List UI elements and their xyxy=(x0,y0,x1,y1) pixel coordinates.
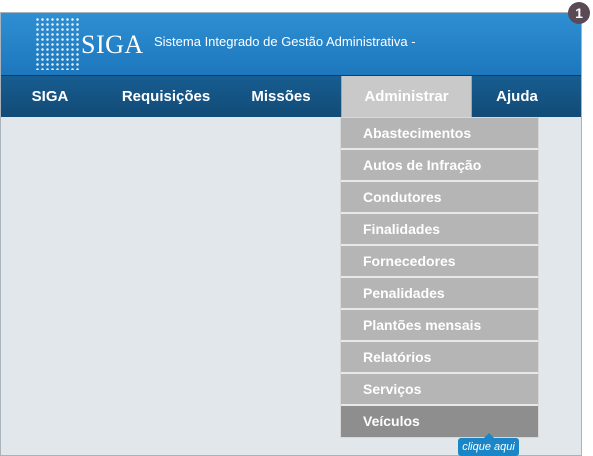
nav-item-ajuda[interactable]: Ajuda xyxy=(483,76,551,118)
dot-pattern-icon xyxy=(35,17,79,70)
menu-item-penalidades[interactable]: Penalidades xyxy=(341,278,538,310)
menu-item-autos-de-infracao[interactable]: Autos de Infração xyxy=(341,150,538,182)
nav-item-siga[interactable]: SIGA xyxy=(21,76,79,118)
menu-item-finalidades[interactable]: Finalidades xyxy=(341,214,538,246)
menu-item-fornecedores[interactable]: Fornecedores xyxy=(341,246,538,278)
header-banner: SIGA Sistema Integrado de Gestão Adminis… xyxy=(1,13,581,75)
main-navbar: SIGA Requisições Missões Administrar Aju… xyxy=(1,75,581,118)
menu-item-veiculos[interactable]: Veículos xyxy=(341,406,538,437)
nav-item-requisicoes[interactable]: Requisições xyxy=(113,76,219,118)
nav-item-administrar[interactable]: Administrar xyxy=(341,76,472,118)
menu-item-abastecimentos[interactable]: Abastecimentos xyxy=(341,118,538,150)
step-number-badge: 1 xyxy=(568,2,590,24)
nav-item-missoes[interactable]: Missões xyxy=(237,76,325,118)
administrar-dropdown-menu: Abastecimentos Autos de Infração Conduto… xyxy=(340,117,539,438)
menu-item-condutores[interactable]: Condutores xyxy=(341,182,538,214)
menu-item-servicos[interactable]: Serviços xyxy=(341,374,538,406)
click-here-tooltip: clique aqui xyxy=(458,438,519,456)
menu-item-relatorios[interactable]: Relatórios xyxy=(341,342,538,374)
system-title: Sistema Integrado de Gestão Administrati… xyxy=(154,34,416,49)
menu-item-plantoes-mensais[interactable]: Plantões mensais xyxy=(341,310,538,342)
logo-text: SIGA xyxy=(81,30,144,59)
siga-logo[interactable]: SIGA xyxy=(35,17,144,70)
